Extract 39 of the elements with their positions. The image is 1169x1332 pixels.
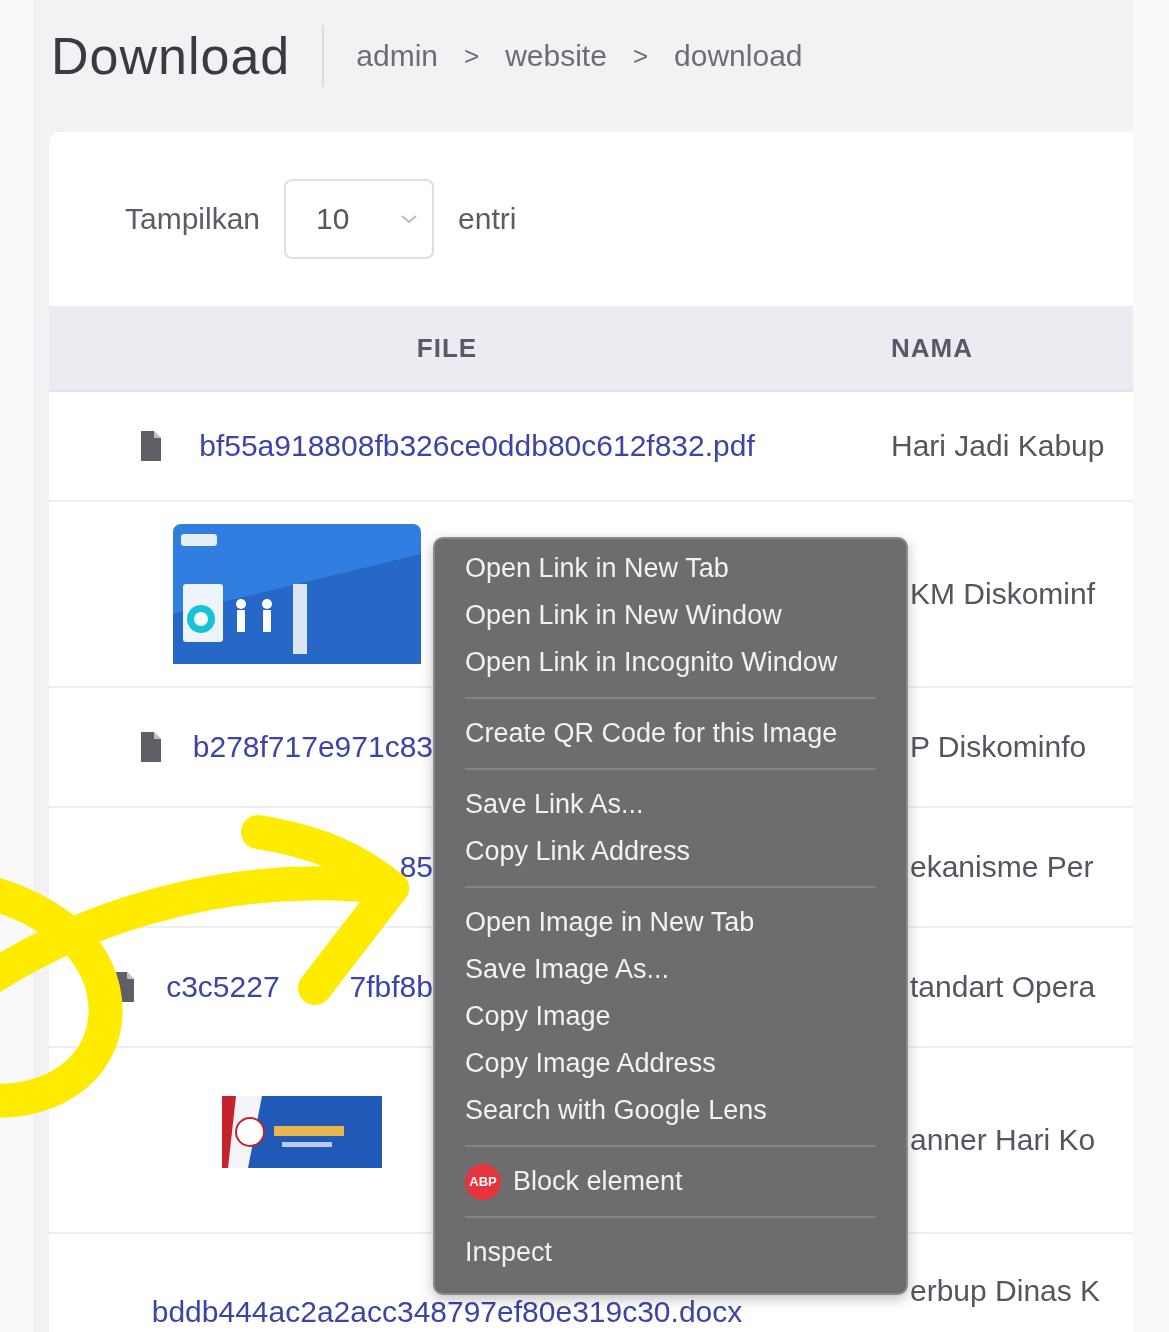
column-header: NAMA	[890, 332, 973, 364]
menu-item[interactable]: Copy Link Address	[465, 828, 876, 875]
file-name: Hari Jadi Kabup	[891, 429, 1105, 463]
file-name: anner Hari Ko	[910, 1123, 1096, 1157]
menu-item[interactable]: Open Image in New Tab	[465, 899, 876, 946]
entries-select[interactable]: 10	[284, 179, 435, 259]
entries-label: entri	[458, 202, 517, 236]
breadcrumb-separator: >	[632, 40, 649, 72]
menu-item[interactable]: Open Link in New Window	[465, 592, 876, 639]
file-name: KM Diskominf	[910, 577, 1096, 611]
menu-item[interactable]: Create QR Code for this Image	[465, 710, 876, 757]
breadcrumb-link[interactable]: website	[505, 39, 607, 73]
breadcrumb-link[interactable]: download	[674, 39, 803, 73]
file-link[interactable]: c3c5227	[166, 970, 280, 1004]
menu-item[interactable]: Inspect	[465, 1229, 876, 1276]
show-label: Tampilkan	[125, 202, 261, 236]
file-link[interactable]: 85	[399, 850, 433, 884]
file-link[interactable]: 7fbf8b	[349, 970, 433, 1004]
menu-item[interactable]: Save Image As...	[465, 946, 876, 993]
file-name: tandart Opera	[910, 970, 1096, 1004]
page-title: Download	[51, 26, 291, 86]
column-header: FILE	[415, 332, 479, 364]
adblock-badge: ABP	[465, 1163, 501, 1200]
file-name: P Diskominfo	[910, 730, 1087, 764]
menu-item[interactable]: Search with Google Lens	[465, 1087, 876, 1134]
menu-item[interactable]: Copy Image	[465, 993, 876, 1040]
menu-item[interactable]: Save Link As...	[465, 781, 876, 828]
file-link[interactable]: bf55a918808fb326ce0ddb80c612f832.pdf	[199, 429, 755, 463]
menu-item[interactable]: Copy Image Address	[465, 1040, 876, 1087]
file-name: erbup Dinas K	[910, 1274, 1101, 1308]
file-name: ekanisme Per	[910, 850, 1094, 884]
menu-item[interactable]: Open Link in Incognito Window	[465, 639, 876, 686]
breadcrumb-link[interactable]: admin	[356, 39, 438, 73]
menu-item[interactable]: Open Link in New Tab	[465, 545, 876, 592]
file-link[interactable]: bddb444ac2a2acc348797ef80e319c30.docx	[151, 1296, 743, 1328]
menu-item[interactable]: ABP Block element	[465, 1158, 876, 1205]
file-link[interactable]: b278f717e971c83	[192, 730, 433, 764]
breadcrumb-separator: >	[464, 40, 480, 72]
chevron-icon	[400, 213, 419, 225]
